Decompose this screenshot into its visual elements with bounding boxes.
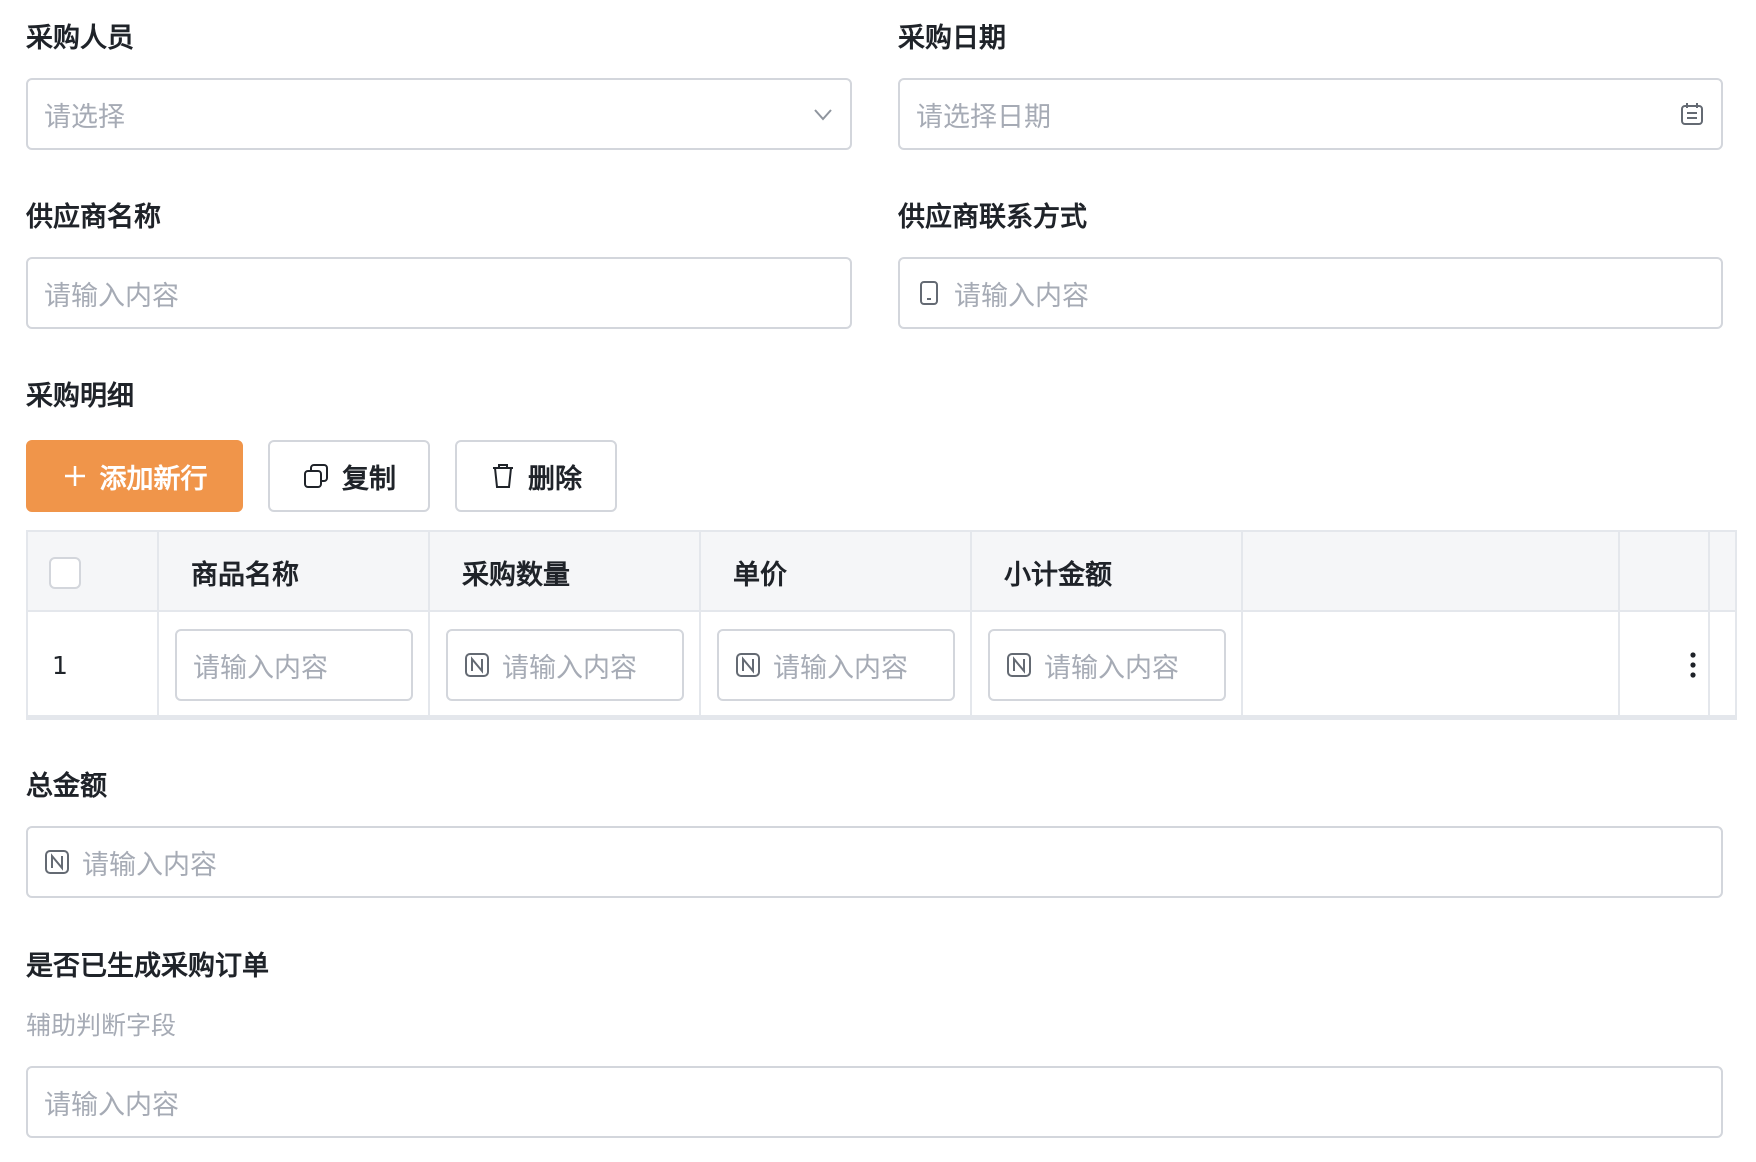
number-icon <box>735 652 761 678</box>
column-divider <box>157 532 159 718</box>
column-divider <box>970 532 972 718</box>
order-generated-label: 是否已生成采购订单 <box>26 951 269 982</box>
purchase-form: 采购人员 请选择 采购日期 请选择日期 供应商名称 请输入内容 供应商联系方式 <box>0 0 1756 1162</box>
total-amount-placeholder: 请输入内容 <box>82 849 217 881</box>
supplier-name-placeholder: 请输入内容 <box>44 280 179 312</box>
select-all-checkbox[interactable] <box>49 557 81 589</box>
purchaser-label: 采购人员 <box>26 23 134 54</box>
supplier-name-input[interactable]: 请输入内容 <box>26 257 852 329</box>
quantity-placeholder: 请输入内容 <box>502 652 637 684</box>
column-header-unit-price: 单价 <box>733 559 787 591</box>
copy-button[interactable]: 复制 <box>268 440 430 512</box>
purchaser-select[interactable]: 请选择 <box>26 78 852 150</box>
purchase-date-picker[interactable]: 请选择日期 <box>898 78 1723 150</box>
delete-label: 删除 <box>528 463 582 495</box>
chevron-down-icon <box>812 103 834 125</box>
unit-price-input[interactable]: 请输入内容 <box>717 629 955 701</box>
column-divider <box>1241 532 1243 718</box>
column-divider <box>1708 532 1710 718</box>
purchase-date-placeholder: 请选择日期 <box>916 101 1051 133</box>
order-generated-placeholder: 请输入内容 <box>44 1089 179 1121</box>
supplier-name-label: 供应商名称 <box>26 202 161 233</box>
copy-label: 复制 <box>342 463 396 495</box>
add-row-button[interactable]: 添加新行 <box>26 440 243 512</box>
column-header-quantity: 采购数量 <box>462 559 570 591</box>
total-amount-label: 总金额 <box>26 771 107 802</box>
copy-icon <box>302 462 330 490</box>
more-vertical-icon[interactable] <box>1683 612 1703 718</box>
details-section-label: 采购明细 <box>26 381 134 412</box>
subtotal-placeholder: 请输入内容 <box>1044 652 1179 684</box>
purchase-date-label: 采购日期 <box>898 23 1006 54</box>
supplier-contact-input[interactable]: 请输入内容 <box>898 257 1723 329</box>
phone-icon <box>916 280 942 306</box>
column-header-subtotal: 小计金额 <box>1004 559 1112 591</box>
order-generated-hint: 辅助判断字段 <box>26 1011 177 1040</box>
column-header-product-name: 商品名称 <box>191 559 299 591</box>
plus-icon <box>62 463 88 489</box>
number-icon <box>464 652 490 678</box>
row-index: 1 <box>52 650 68 680</box>
product-name-input[interactable]: 请输入内容 <box>175 629 413 701</box>
order-generated-input[interactable]: 请输入内容 <box>26 1066 1723 1138</box>
table-row: 1 请输入内容 请输入内容 请输入内容 请输入内容 <box>28 612 1735 718</box>
number-icon <box>1006 652 1032 678</box>
details-table: 商品名称 采购数量 单价 小计金额 1 请输入内容 请输入内容 请输入内容 请输… <box>26 530 1737 720</box>
table-header: 商品名称 采购数量 单价 小计金额 <box>28 532 1735 612</box>
column-divider <box>428 532 430 718</box>
delete-button[interactable]: 删除 <box>455 440 617 512</box>
column-divider <box>699 532 701 718</box>
number-icon <box>44 849 70 875</box>
unit-price-placeholder: 请输入内容 <box>773 652 908 684</box>
add-row-label: 添加新行 <box>99 463 208 495</box>
subtotal-input[interactable]: 请输入内容 <box>988 629 1226 701</box>
total-amount-input[interactable]: 请输入内容 <box>26 826 1723 898</box>
product-name-placeholder: 请输入内容 <box>193 652 328 684</box>
purchaser-placeholder: 请选择 <box>44 101 125 133</box>
column-divider <box>1618 532 1620 718</box>
supplier-contact-placeholder: 请输入内容 <box>954 280 1089 312</box>
calendar-icon <box>1679 101 1705 127</box>
trash-icon <box>490 462 516 490</box>
quantity-input[interactable]: 请输入内容 <box>446 629 684 701</box>
supplier-contact-label: 供应商联系方式 <box>898 202 1087 233</box>
